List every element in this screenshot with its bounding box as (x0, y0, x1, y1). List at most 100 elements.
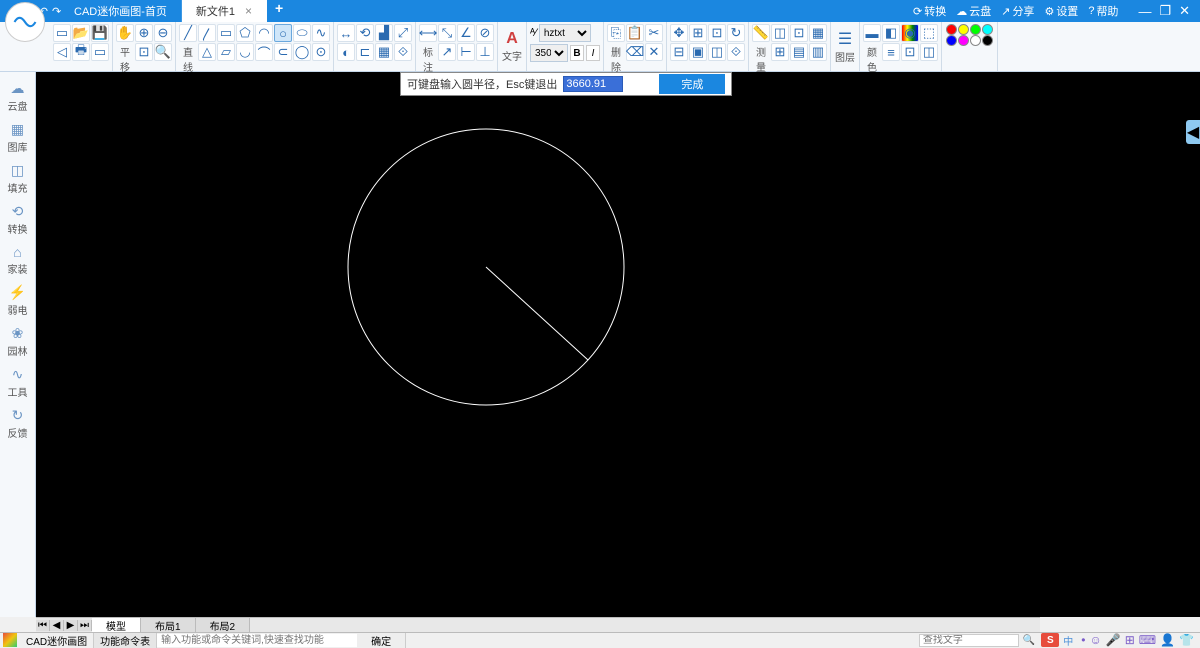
tab-model[interactable]: 模型 (92, 618, 141, 633)
rect-icon[interactable]: ▭ (217, 24, 235, 42)
help-button[interactable]: ? 帮助 (1088, 3, 1118, 19)
sidebar-item-electric[interactable]: ⚡弱电 (0, 280, 35, 321)
sidebar-item-convert[interactable]: ⟲转换 (0, 199, 35, 240)
t1-icon[interactable]: ✥ (670, 24, 688, 42)
cmd-table-button[interactable]: 功能命令表 (94, 633, 157, 648)
offset-icon[interactable]: ⟐ (394, 43, 412, 61)
tray-icon-5[interactable]: ⌨ (1139, 633, 1156, 647)
t6-icon[interactable]: ▣ (689, 43, 707, 61)
app-logo[interactable] (5, 2, 45, 42)
zoom-out-icon[interactable]: ⊖ (154, 24, 172, 42)
ellipse-icon[interactable]: ⬭ (293, 24, 311, 42)
leader-icon[interactable]: ↗ (438, 43, 456, 61)
spline-icon[interactable]: ∿ (312, 24, 330, 42)
del1-icon[interactable]: ⌫ (626, 43, 644, 61)
tab-home[interactable]: CAD迷你画图-首页 (60, 0, 182, 22)
m6-icon[interactable]: ▤ (790, 43, 808, 61)
arc-icon[interactable]: ◠ (255, 24, 273, 42)
t7-icon[interactable]: ◫ (708, 43, 726, 61)
polygon-icon[interactable]: ⬠ (236, 24, 254, 42)
sidebar-item-library[interactable]: ▦图库 (0, 117, 35, 158)
color-red[interactable] (946, 24, 957, 35)
dim-linear-icon[interactable]: ⟷ (419, 24, 437, 42)
find-text-input[interactable] (919, 634, 1019, 647)
array-icon[interactable]: ▦ (375, 43, 393, 61)
color-cyan[interactable] (982, 24, 993, 35)
save-icon[interactable]: 💾 (91, 24, 109, 42)
dim-radius-icon[interactable]: ⊘ (476, 24, 494, 42)
p5-icon[interactable]: ≡ (882, 43, 900, 61)
cloud-button[interactable]: ☁ 云盘 (956, 3, 991, 19)
cloud-icon[interactable]: ◯ (293, 43, 311, 61)
font-select[interactable]: hztxt (539, 24, 591, 42)
sidebar-item-fill[interactable]: ◫填充 (0, 158, 35, 199)
minimize-button[interactable]: — (1138, 3, 1151, 19)
right-panel-toggle[interactable]: ◀ (1186, 120, 1200, 144)
sidebar-item-cloud[interactable]: ☁云盘 (0, 76, 35, 117)
maximize-button[interactable]: ❐ (1159, 3, 1171, 19)
trim-icon[interactable]: ◐ (337, 43, 355, 61)
arc3-icon[interactable]: ⌒ (255, 43, 273, 61)
t8-icon[interactable]: ⟐ (727, 43, 745, 61)
arrow-icon[interactable]: ◁ (53, 43, 71, 61)
curve-icon[interactable]: ⊂ (274, 43, 292, 61)
m3-icon[interactable]: ⊡ (790, 24, 808, 42)
tab-add-button[interactable]: + (267, 0, 291, 22)
p2-icon[interactable]: ◧ (882, 24, 900, 42)
settings-button[interactable]: ⚙ 设置 (1044, 3, 1078, 19)
extend-icon[interactable]: ⊏ (356, 43, 374, 61)
color-magenta[interactable] (958, 35, 969, 46)
p3-icon[interactable]: ◉ (901, 24, 919, 42)
m1-icon[interactable]: 📏 (752, 24, 770, 42)
circle-icon[interactable]: ○ (274, 24, 292, 42)
drawing-canvas[interactable] (36, 72, 1200, 617)
tray-icon-6[interactable]: 👤 (1160, 633, 1175, 647)
t4-icon[interactable]: ↻ (727, 24, 745, 42)
layer-icon[interactable]: ☰ (838, 29, 852, 49)
tab-close-icon[interactable]: × (245, 4, 252, 18)
scale-icon[interactable]: ⤢ (394, 24, 412, 42)
size-select[interactable]: 350 (530, 44, 568, 62)
ime-indicator[interactable]: S (1041, 633, 1059, 647)
print-icon[interactable]: 🖶 (72, 43, 90, 61)
tray-icon-4[interactable]: ⊞ (1125, 633, 1135, 647)
convert-button[interactable]: ⟳ 转换 (913, 3, 946, 19)
mirror-icon[interactable]: ▟ (375, 24, 393, 42)
m7-icon[interactable]: ▥ (809, 43, 827, 61)
tab-file-1[interactable]: 新文件1× (182, 0, 267, 22)
radius-input[interactable] (563, 76, 623, 92)
p4-icon[interactable]: ⬚ (920, 24, 938, 42)
tray-icon-3[interactable]: 🎤 (1106, 633, 1121, 647)
zoom-icon[interactable]: 🔍 (154, 43, 172, 61)
new-icon[interactable]: ▭ (53, 24, 71, 42)
dim3-icon[interactable]: ⊥ (476, 43, 494, 61)
color-yellow[interactable] (958, 24, 969, 35)
del2-icon[interactable]: ✕ (645, 43, 663, 61)
color-green[interactable] (970, 24, 981, 35)
color-white[interactable] (970, 35, 981, 46)
text-icon[interactable]: A (506, 30, 518, 48)
ime-lang[interactable]: 中 (1061, 633, 1075, 648)
open-icon[interactable]: 📂 (72, 24, 90, 42)
m4-icon[interactable]: ▦ (809, 24, 827, 42)
sidebar-item-garden[interactable]: ❀园林 (0, 321, 35, 362)
close-button[interactable]: ✕ (1179, 3, 1190, 19)
triangle-icon[interactable]: △ (198, 43, 216, 61)
bold-button[interactable]: B (570, 45, 584, 61)
zoom-fit-icon[interactable]: ⊡ (135, 43, 153, 61)
search-icon[interactable]: 🔍 (1019, 635, 1039, 646)
m2-icon[interactable]: ◫ (771, 24, 789, 42)
cmd-search-input[interactable] (157, 634, 357, 647)
p7-icon[interactable]: ◫ (920, 43, 938, 61)
rotate-icon[interactable]: ⟲ (356, 24, 374, 42)
italic-button[interactable]: I (586, 45, 600, 61)
dim2-icon[interactable]: ⊢ (457, 43, 475, 61)
tab-next-icon[interactable]: ▶ (64, 620, 78, 631)
t3-icon[interactable]: ⊡ (708, 24, 726, 42)
ok-button[interactable]: 确定 (357, 633, 406, 648)
point-icon[interactable]: ⊙ (312, 43, 330, 61)
done-button[interactable]: 完成 (659, 74, 725, 94)
share-button[interactable]: ↗ 分享 (1001, 3, 1034, 19)
sidebar-item-tools[interactable]: ∿工具 (0, 362, 35, 403)
tab-layout2[interactable]: 布局2 (196, 618, 251, 633)
